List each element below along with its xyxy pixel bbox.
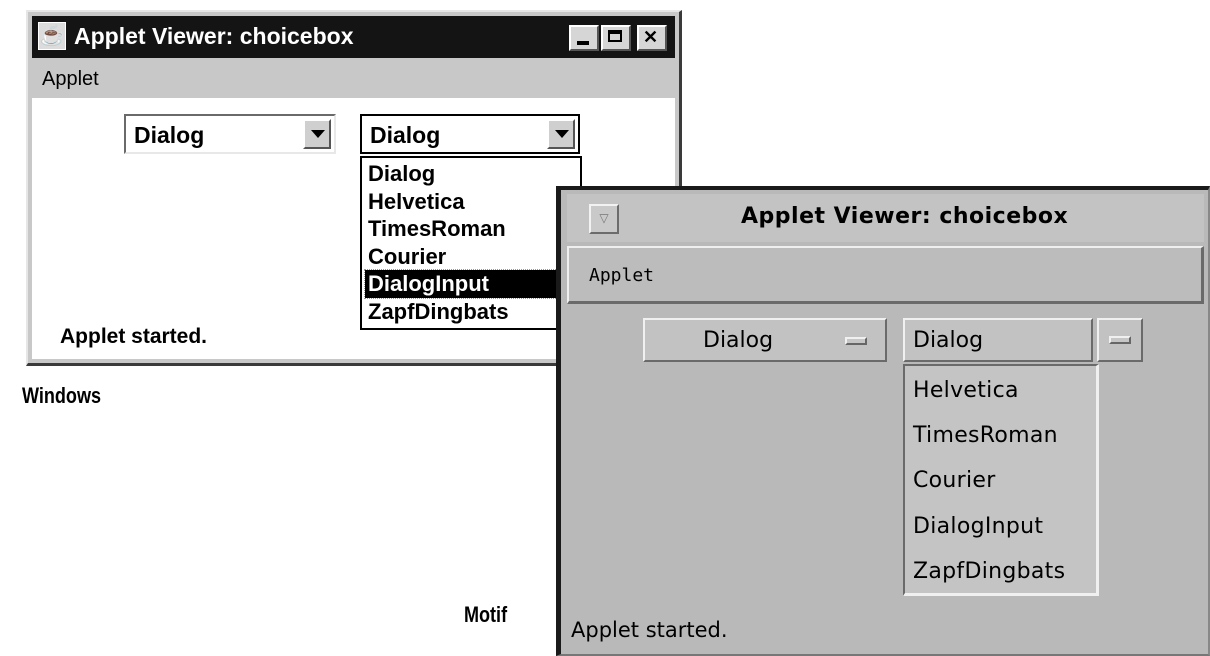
caption-motif: Motif xyxy=(464,602,508,627)
font-choice-2[interactable]: Dialog xyxy=(360,114,580,154)
motif-menu-bar: Applet xyxy=(567,246,1204,304)
chevron-down-icon[interactable] xyxy=(547,119,575,149)
dropdown-item-dialog[interactable]: Dialog xyxy=(365,160,577,188)
menu-applet[interactable]: Applet xyxy=(42,68,99,91)
dropdown-item-courier[interactable]: Courier xyxy=(365,243,577,271)
font-choice-1[interactable]: Dialog xyxy=(124,114,336,154)
font-choice-2-button[interactable] xyxy=(1097,318,1143,362)
dropdown-item-zapfdingbats[interactable]: ZapfDingbats xyxy=(365,298,577,326)
window-menu-icon[interactable]: ▽ xyxy=(589,204,619,234)
dropdown-item-helvetica[interactable]: Helvetica xyxy=(365,188,577,216)
dropdown-item-timesroman[interactable]: TimesRoman xyxy=(365,215,577,243)
font-choice-2[interactable]: Dialog xyxy=(903,318,1093,362)
motif-window-title: Applet Viewer: choicebox xyxy=(741,204,1069,229)
maximize-button[interactable] xyxy=(601,25,631,51)
dropdown-item-courier[interactable]: Courier xyxy=(905,458,1096,503)
font-choice-2-value: Dialog xyxy=(913,328,984,353)
chevron-down-icon[interactable] xyxy=(303,119,331,149)
font-choice-1[interactable]: Dialog xyxy=(643,318,887,362)
java-applet-icon[interactable]: ☕ xyxy=(38,22,66,50)
close-button[interactable] xyxy=(637,25,667,51)
dropdown-item-dialoginput[interactable]: DialogInput xyxy=(364,269,578,299)
status-text: Applet started. xyxy=(571,618,728,642)
option-menu-indicator-icon xyxy=(1109,336,1131,344)
motif-applet-content: Dialog Dialog Helvetica TimesRoman Couri… xyxy=(567,308,1204,650)
motif-title-bar[interactable]: ▽ Applet Viewer: choicebox xyxy=(567,194,1204,242)
dropdown-item-dialoginput[interactable]: DialogInput xyxy=(905,504,1096,549)
status-text: Applet started. xyxy=(60,325,208,348)
font-dropdown-list[interactable]: Dialog Helvetica TimesRoman Courier Dial… xyxy=(360,156,582,330)
menu-applet[interactable]: Applet xyxy=(589,265,654,286)
font-choice-1-value: Dialog xyxy=(703,328,774,353)
windows-title-bar[interactable]: ☕ Applet Viewer: choicebox xyxy=(32,16,675,58)
caption-windows: Windows xyxy=(22,383,102,408)
windows-menu-bar: Applet xyxy=(32,62,675,98)
dropdown-item-helvetica[interactable]: Helvetica xyxy=(905,368,1096,413)
font-choice-2-value: Dialog xyxy=(370,122,441,148)
windows-window-title: Applet Viewer: choicebox xyxy=(74,23,354,49)
minimize-button[interactable] xyxy=(569,25,599,51)
dropdown-item-timesroman[interactable]: TimesRoman xyxy=(905,413,1096,458)
option-menu-indicator-icon xyxy=(845,337,867,345)
dropdown-item-zapfdingbats[interactable]: ZapfDingbats xyxy=(905,549,1096,594)
motif-applet-window: ▽ Applet Viewer: choicebox Applet Dialog… xyxy=(556,186,1210,656)
font-choice-1-value: Dialog xyxy=(134,122,205,148)
font-dropdown-list[interactable]: Helvetica TimesRoman Courier DialogInput… xyxy=(903,364,1099,596)
